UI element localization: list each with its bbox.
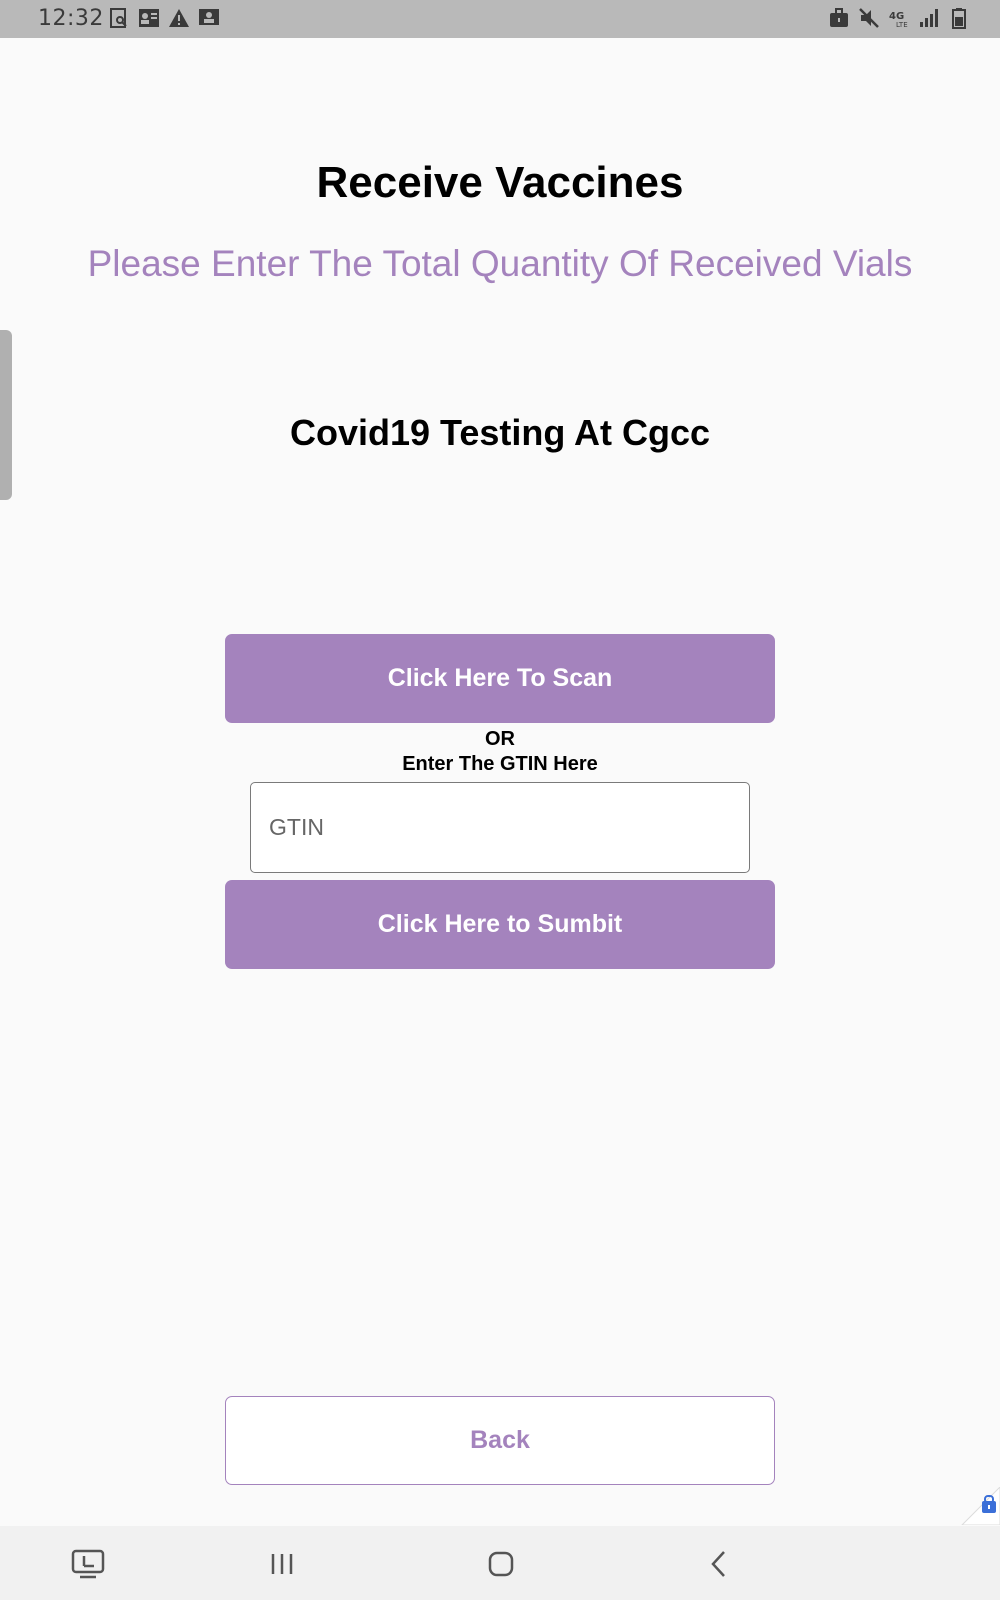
4g-lte-icon: 4G LTE xyxy=(888,7,910,29)
status-bar: 12:32 4G LTE xyxy=(0,0,1000,38)
signal-icon xyxy=(918,7,940,29)
back-button[interactable]: Back xyxy=(225,1396,775,1485)
site-name: Covid19 Testing At Cgcc xyxy=(289,412,711,453)
status-time: 12:32 xyxy=(38,6,104,31)
home-icon[interactable] xyxy=(481,1544,521,1584)
svg-text:LTE: LTE xyxy=(896,21,908,29)
recent-apps-icon[interactable] xyxy=(262,1544,302,1584)
briefcase-icon xyxy=(828,7,850,29)
battery-icon xyxy=(948,7,970,29)
corner-badge xyxy=(960,1486,1000,1526)
page-subtitle: Please Enter The Total Quantity Of Recei… xyxy=(87,243,913,284)
page-title: Receive Vaccines xyxy=(316,158,684,207)
warning-icon xyxy=(168,7,190,29)
screenshot-icon xyxy=(108,7,130,29)
submit-button[interactable]: Click Here to Sumbit xyxy=(225,880,775,969)
scan-button[interactable]: Click Here To Scan xyxy=(225,634,775,723)
mute-icon xyxy=(858,7,880,29)
status-left-icons xyxy=(108,7,220,29)
back-arrow-icon[interactable] xyxy=(700,1544,740,1584)
screen-share-icon[interactable] xyxy=(68,1544,108,1584)
contact-card-icon xyxy=(138,7,160,29)
or-label: OR xyxy=(485,728,515,750)
status-right-icons: 4G LTE xyxy=(828,7,970,29)
nav-bar xyxy=(0,1526,1000,1600)
gtin-input[interactable] xyxy=(250,782,750,873)
gtin-hint: Enter The GTIN Here xyxy=(402,753,598,775)
image-notification-icon xyxy=(198,7,220,29)
